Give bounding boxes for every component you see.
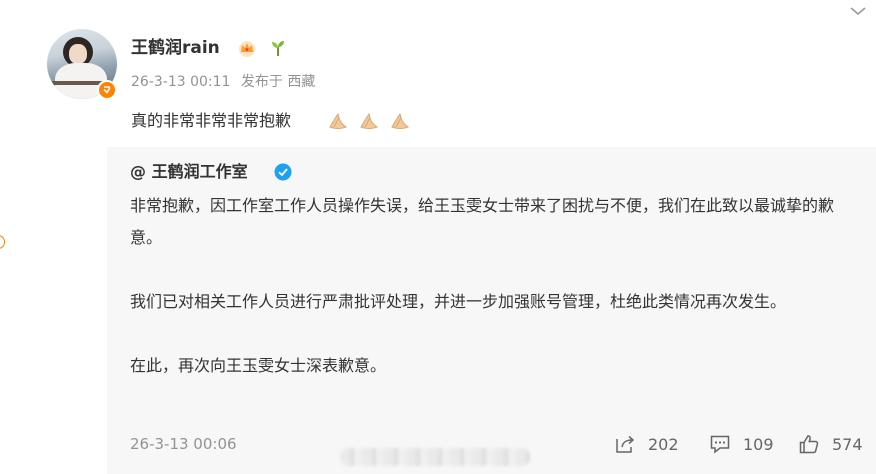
repost-paragraph: 我们已对相关工作人员进行严肃批评处理，并进一步加强账号管理，杜绝此类情况再次发生… xyxy=(130,292,787,311)
comment-icon xyxy=(710,435,730,454)
repost-paragraph: 在此，再次向王玉雯女士深表歉意。 xyxy=(130,356,387,375)
pray-icon xyxy=(329,112,348,129)
like-count: 574 xyxy=(832,434,863,454)
repost-time[interactable]: 26-3-13 00:06 xyxy=(130,432,237,456)
user-name[interactable]: 王鹤润rain xyxy=(131,36,220,60)
post-location: 发布于 西藏 xyxy=(240,74,316,90)
crown-icon[interactable] xyxy=(237,38,257,58)
comment-count: 109 xyxy=(743,434,774,454)
sprout-icon[interactable] xyxy=(268,38,288,58)
verified-blue-icon xyxy=(274,163,292,181)
comment-button[interactable]: 109 xyxy=(709,432,774,456)
share-count: 202 xyxy=(648,434,679,454)
pray-icon xyxy=(360,112,379,129)
share-button[interactable]: 202 xyxy=(614,432,679,456)
side-indicator-dot xyxy=(0,235,5,249)
like-button[interactable]: 574 xyxy=(798,432,863,456)
emoji-group xyxy=(327,110,415,132)
pray-icon xyxy=(391,112,410,129)
blurred-region xyxy=(340,448,530,466)
repost-body: 非常抱歉，因工作室工作人员操作失误，给王玉雯女士带来了困扰与不便，我们在此致以最… xyxy=(130,190,858,382)
repost-paragraph: 非常抱歉，因工作室工作人员操作失误，给王玉雯女士带来了困扰与不便，我们在此致以最… xyxy=(130,196,835,247)
post-time[interactable]: 26-3-13 00:11 xyxy=(131,74,230,90)
thumbs-up-icon xyxy=(799,435,819,454)
post-text: 真的非常非常非常抱歉 xyxy=(131,111,292,130)
share-icon xyxy=(616,435,635,453)
repost-author-link[interactable]: @ 王鹤润工作室 xyxy=(130,160,248,184)
post-meta: 26-3-13 00:11 发布于 西藏 xyxy=(131,72,321,92)
verified-badge-icon xyxy=(97,80,117,100)
chevron-down-icon[interactable] xyxy=(846,4,870,20)
